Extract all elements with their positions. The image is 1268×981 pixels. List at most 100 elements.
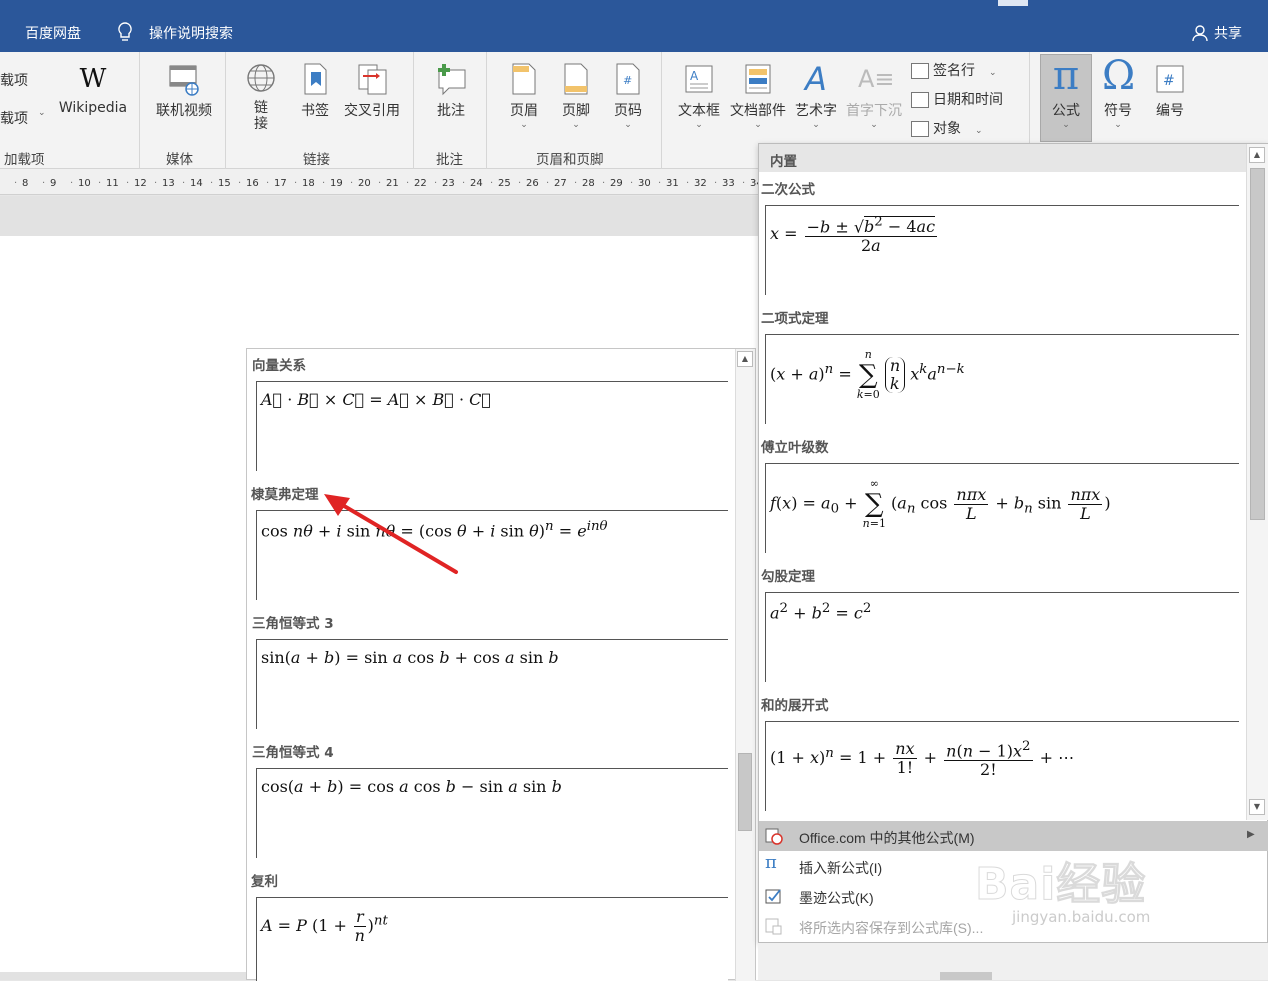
ruler-tick-mark: · xyxy=(714,178,718,189)
calendar-icon xyxy=(911,92,929,108)
equation-item-trig-3[interactable]: sin(a + b) = sin a cos b + cos a sin b xyxy=(256,639,728,729)
bookmark-button[interactable]: 书签 xyxy=(295,62,335,120)
object-button[interactable]: 对象 ⌄ xyxy=(911,118,983,138)
equation-item-binomial[interactable]: (x + a)n = n ∑ k=0 nk xkan−k xyxy=(765,334,1239,424)
ruler-tick-label: 33 xyxy=(722,178,735,189)
ruler-tick-label: 29 xyxy=(610,178,623,189)
horizontal-scroll-thumb[interactable] xyxy=(940,972,992,980)
gallery-item-title: 傅立叶级数 xyxy=(761,440,829,456)
bookmark-icon xyxy=(304,63,327,95)
comment-button[interactable]: 批注 xyxy=(429,62,473,120)
page-number-label: 页码 xyxy=(614,103,642,119)
symbol-button[interactable]: Ω 符号 ⌄ xyxy=(1096,56,1140,130)
link-button[interactable]: 链接 xyxy=(241,62,281,132)
header-label: 页眉 xyxy=(510,103,538,119)
ink-equation-icon xyxy=(765,889,781,904)
tell-me-search[interactable]: 操作说明搜索 xyxy=(149,23,233,43)
chevron-down-icon: ⌄ xyxy=(1062,120,1070,130)
drop-cap-button[interactable]: A≡ 首字下沉 ⌄ xyxy=(843,62,905,130)
watermark-url: jingyan.baidu.com xyxy=(1012,908,1151,926)
equation-pythagorean: a2 + b2 = c2 xyxy=(770,601,872,623)
status-strip-right xyxy=(758,943,1268,980)
office-more-label: Office.com 中的其他公式(M) xyxy=(799,830,975,846)
equation-item-compound-interest[interactable]: A = P (1 + r n)nt xyxy=(256,897,728,981)
right-gallery-scrollbar[interactable]: ▲ ▼ xyxy=(1246,144,1268,820)
wikipedia-label: Wikipedia xyxy=(58,100,128,116)
globe-link-icon xyxy=(247,64,275,92)
left-gallery-scrollbar[interactable]: ▲ xyxy=(735,349,755,981)
ruler-tick-label: 12 xyxy=(134,178,147,189)
wikipedia-button[interactable]: W Wikipedia xyxy=(56,62,130,116)
svg-text:A: A xyxy=(690,69,699,83)
equation-item-pythagorean[interactable]: a2 + b2 = c2 xyxy=(765,592,1239,682)
ruler-tick-label: 23 xyxy=(442,178,455,189)
textbox-button[interactable]: A 文本框 ⌄ xyxy=(675,62,723,130)
addins-item-1[interactable]: 载项 xyxy=(0,70,28,90)
media-group: 联机视频 媒体 xyxy=(141,52,226,169)
lightbulb-icon xyxy=(118,22,132,41)
equation-label: 公式 xyxy=(1052,103,1080,119)
equation-button[interactable]: π 公式 ⌄ xyxy=(1040,56,1092,130)
equation-item-quadratic[interactable]: x = −b ± √b2 − 4ac 2a xyxy=(765,205,1239,295)
ruler-tick-label: 25 xyxy=(498,178,511,189)
ruler-tick-mark: · xyxy=(322,178,326,189)
footer-button[interactable]: 页脚 ⌄ xyxy=(556,62,596,130)
scroll-up-arrow-icon[interactable]: ▲ xyxy=(737,351,753,367)
scroll-down-arrow-icon[interactable]: ▼ xyxy=(1249,799,1265,815)
chevron-down-icon: ⌄ xyxy=(870,120,878,130)
wikipedia-w-icon: W xyxy=(79,64,107,94)
ruler-tick-mark: · xyxy=(70,178,74,189)
ruler-tick-label: 28 xyxy=(582,178,595,189)
number-icon: # xyxy=(1156,65,1184,93)
gallery-item-title: 三角恒等式 3 xyxy=(252,616,334,632)
quick-parts-icon xyxy=(745,64,771,94)
header-footer-group: 页眉 ⌄ 页脚 ⌄ # 页码 ⌄ 页眉和页脚 xyxy=(488,52,662,169)
insert-new-label: 插入新公式(I) xyxy=(799,860,883,876)
ruler-tick-label: 30 xyxy=(638,178,651,189)
number-button[interactable]: # 编号 xyxy=(1148,62,1192,120)
comments-group: 批注 批注 xyxy=(415,52,487,169)
ruler-tick-mark: · xyxy=(658,178,662,189)
date-time-button[interactable]: 日期和时间 xyxy=(911,89,1003,109)
equation-item-fourier[interactable]: f(x) = a0 + ∞ ∑ n=1 (an cos nπx L + bn sin … xyxy=(765,463,1239,553)
cross-reference-button[interactable]: 交叉引用 xyxy=(341,62,403,120)
horizontal-ruler[interactable]: 8 · 9 · 10 · 11 · 12 · 13 · 14 · 15 · 16 · 17 · 18 · 19 · 20 · 21 ·… xyxy=(0,169,763,195)
footer-label: 页脚 xyxy=(562,103,590,119)
gallery-item-title: 勾股定理 xyxy=(761,569,815,585)
addins-item-2[interactable]: 载项 xyxy=(0,108,28,128)
equation-item-vector[interactable]: A⃗ · B⃗ × C⃗ = A⃗ × B⃗ · C⃗ xyxy=(256,381,728,471)
save-to-gallery-label: 将所选内容保存到公式库(S)... xyxy=(799,920,984,936)
header-button[interactable]: 页眉 ⌄ xyxy=(504,62,544,130)
signature-line-button[interactable]: 签名行 ⌄ xyxy=(911,60,997,80)
equation-trig-identity-3: sin(a + b) = sin a cos b + cos a sin b xyxy=(261,648,559,667)
baidu-watermark: Bai经验 xyxy=(974,859,1147,911)
gallery-header xyxy=(759,144,1246,172)
save-gallery-icon xyxy=(765,918,782,935)
scroll-up-arrow-icon[interactable]: ▲ xyxy=(1249,147,1265,163)
gallery-item-title: 复利 xyxy=(251,874,278,890)
office-more-equations[interactable]: Office.com 中的其他公式(M) ▶ xyxy=(759,821,1268,851)
wordart-button[interactable]: A 艺术字 ⌄ xyxy=(791,62,841,130)
equation-dropdown[interactable]: 内置 ▲ ▼ 二次公式 x = −b ± √b2 − 4ac 2a 二项式定理 (… xyxy=(758,143,1268,943)
quick-parts-button[interactable]: 文档部件 ⌄ xyxy=(727,62,789,130)
drop-cap-label: 首字下沉 xyxy=(846,103,902,119)
wordart-icon: A xyxy=(805,60,827,98)
share-button[interactable]: 共享 xyxy=(1214,23,1242,43)
scroll-thumb[interactable] xyxy=(1250,168,1265,520)
online-video-button[interactable]: 联机视频 xyxy=(149,62,219,120)
scroll-thumb[interactable] xyxy=(738,753,752,831)
share-person-icon xyxy=(1192,25,1208,42)
baidu-pan-tab[interactable]: 百度网盘 xyxy=(25,23,81,43)
ruler-tick-label: 18 xyxy=(302,178,315,189)
equation-gallery-left[interactable]: ▲ 向量关系 A⃗ · B⃗ × C⃗ = A⃗ × B⃗ · C⃗ 棣莫弗定理… xyxy=(246,348,756,981)
comments-group-label: 批注 xyxy=(436,152,463,168)
comment-label: 批注 xyxy=(437,103,465,119)
equation-item-expansion[interactable]: (1 + x)n = 1 + nx 1! + n(n − 1)x2 2! + ⋯ xyxy=(765,721,1239,811)
page-number-button[interactable]: # 页码 ⌄ xyxy=(608,62,648,130)
gallery-item-title: 向量关系 xyxy=(252,358,306,374)
ruler-tick-label: 8 xyxy=(22,178,29,189)
gallery-item-title: 二项式定理 xyxy=(761,311,829,327)
ruler-tick-label: 17 xyxy=(274,178,287,189)
pi-icon: π xyxy=(765,852,777,873)
equation-item-trig-4[interactable]: cos(a + b) = cos a cos b − sin a sin b xyxy=(256,768,728,858)
